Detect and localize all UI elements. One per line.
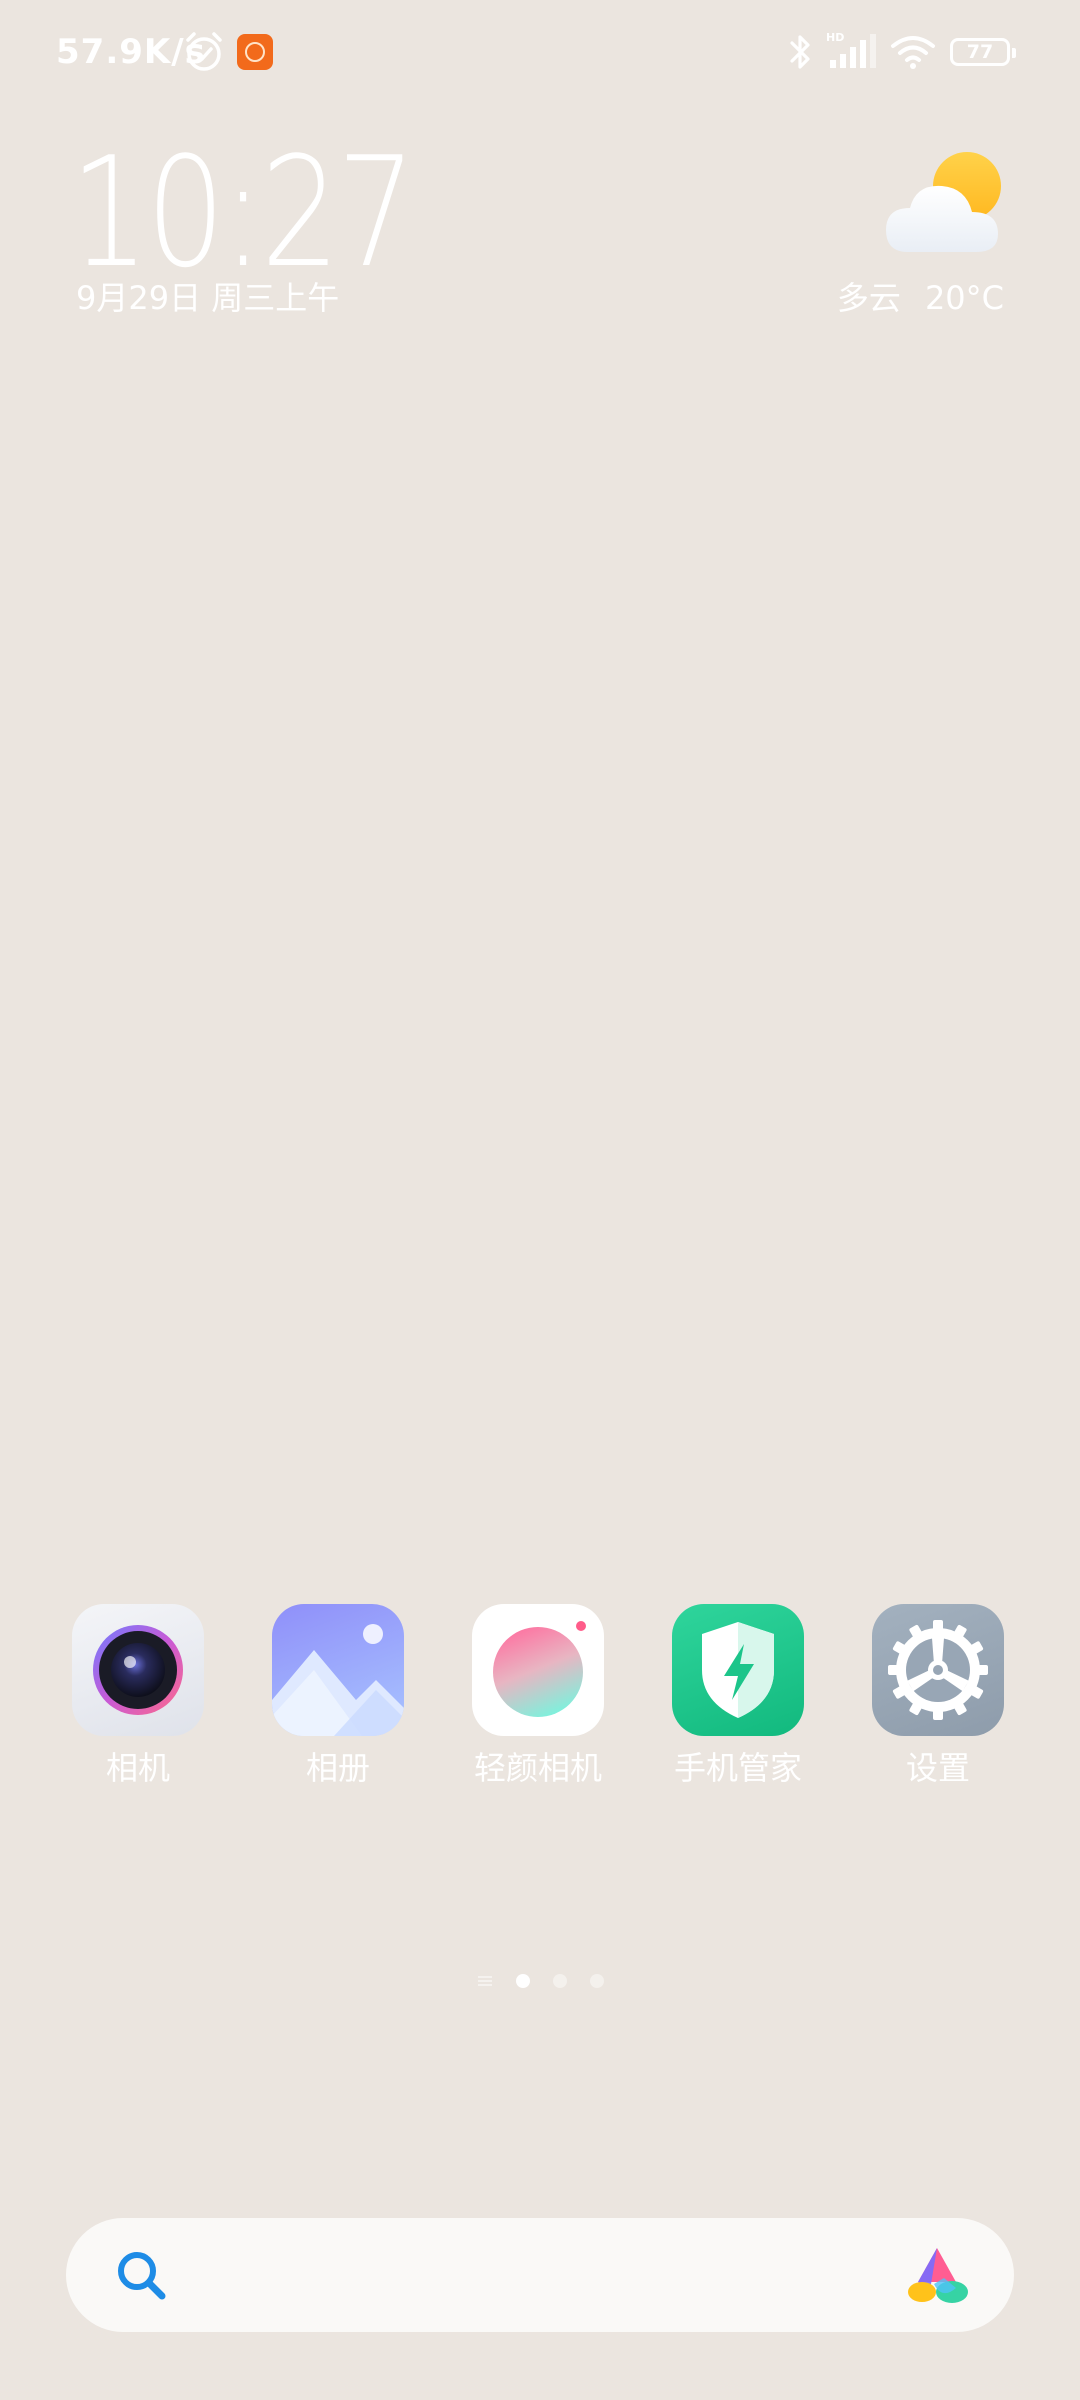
weather-text[interactable]: 多云 20°C [837, 278, 1004, 318]
bluetooth-icon [790, 35, 810, 69]
battery-icon: 77 [950, 38, 1016, 66]
alarm-icon [186, 32, 222, 71]
search-icon [118, 2252, 166, 2300]
app-gallery[interactable]: 相册 [238, 1604, 438, 1788]
app-label: 手机管家 [673, 1749, 802, 1787]
page-dot[interactable] [590, 1974, 604, 1988]
app-list-icon [478, 1976, 492, 1986]
battery-level: 77 [966, 41, 994, 63]
assistant-icon[interactable] [904, 2244, 970, 2306]
clock-time: 10:27 [70, 124, 416, 301]
wifi-icon [891, 36, 935, 69]
app-camera[interactable]: 相机 [38, 1604, 238, 1788]
dock: 相机 相册 轻颜相机 手机管家 设置 [0, 1604, 1080, 1804]
hd-signal-icon: HD [826, 31, 876, 68]
search-bar[interactable] [66, 2218, 1014, 2332]
clock-date: 9月29日 周三上午 [76, 279, 340, 317]
security-shield-icon [672, 1604, 804, 1736]
search-input[interactable] [196, 2248, 800, 2304]
app-label: 相机 [105, 1749, 170, 1787]
app-security[interactable]: 手机管家 [638, 1604, 838, 1788]
notification-app-icon [237, 34, 273, 70]
svg-text:HD: HD [826, 31, 844, 44]
partly-cloudy-icon[interactable] [880, 150, 1010, 260]
app-label: 设置 [905, 1749, 970, 1787]
page-dot[interactable] [516, 1974, 530, 1988]
app-label: 相册 [305, 1749, 370, 1787]
weather-temperature: 20°C [924, 279, 1004, 317]
camera-icon [72, 1604, 204, 1736]
gallery-icon [272, 1604, 404, 1736]
app-settings[interactable]: 设置 [838, 1604, 1038, 1788]
app-beauty-camera[interactable]: 轻颜相机 [438, 1604, 638, 1788]
app-label: 轻颜相机 [473, 1749, 602, 1787]
settings-gear-icon [872, 1604, 1004, 1736]
status-bar[interactable]: 57.9K/s HD 77 [0, 0, 1080, 104]
weather-condition: 多云 [836, 279, 901, 317]
beauty-camera-icon [472, 1604, 604, 1736]
page-indicator[interactable] [470, 1970, 610, 1992]
page-dot[interactable] [553, 1974, 567, 1988]
